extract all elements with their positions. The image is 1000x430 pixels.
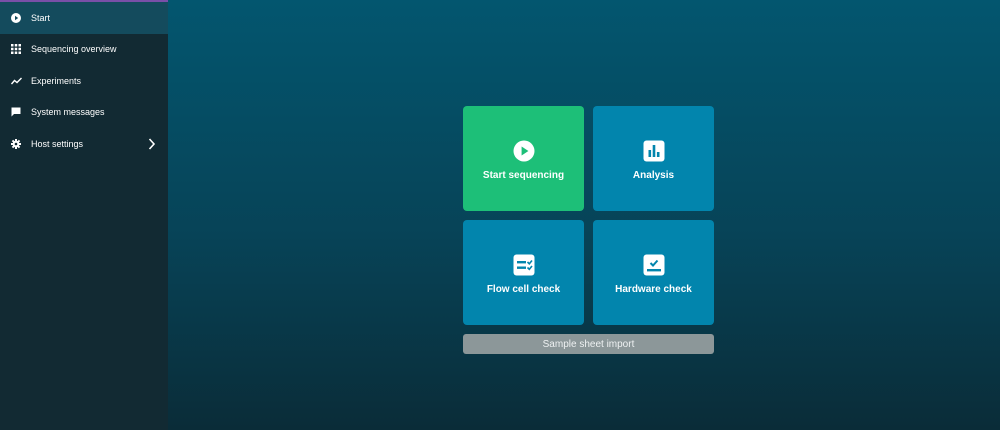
sidebar-item-label: Host settings xyxy=(31,138,84,149)
sidebar-item-start[interactable]: Start xyxy=(0,2,168,34)
tile-label: Analysis xyxy=(632,170,675,181)
play-circle-icon xyxy=(513,140,535,162)
gear-icon xyxy=(10,138,22,150)
sidebar: Start Sequencing overview Experiments Sy… xyxy=(0,0,168,430)
sidebar-item-label: Experiments xyxy=(31,75,82,86)
bar-chart-icon xyxy=(643,140,665,162)
message-icon xyxy=(10,106,22,118)
tile-label: Hardware check xyxy=(615,284,692,295)
sidebar-item-host-settings[interactable]: Host settings xyxy=(0,128,168,160)
grid-icon xyxy=(10,43,22,55)
play-circle-icon xyxy=(10,12,22,24)
sidebar-item-system-messages[interactable]: System messages xyxy=(0,97,168,129)
sidebar-item-label: System messages xyxy=(31,107,105,118)
trend-line-icon xyxy=(10,75,22,87)
main-content: Start sequencing Analysis Flow cell chec… xyxy=(168,0,1000,430)
hardware-check-tile[interactable]: Hardware check xyxy=(593,220,714,325)
flow-cell-check-tile[interactable]: Flow cell check xyxy=(463,220,584,325)
sidebar-item-label: Start xyxy=(31,12,51,23)
app-window: Start Sequencing overview Experiments Sy… xyxy=(0,0,1000,430)
flow-cell-check-icon xyxy=(513,254,535,276)
tile-label: Flow cell check xyxy=(486,284,561,295)
sample-sheet-import-button[interactable]: Sample sheet import xyxy=(463,334,714,354)
sidebar-item-label: Sequencing overview xyxy=(31,44,117,55)
chevron-right-icon[interactable] xyxy=(148,138,156,150)
sidebar-item-sequencing-overview[interactable]: Sequencing overview xyxy=(0,34,168,66)
hardware-check-icon xyxy=(643,254,665,276)
sidebar-item-experiments[interactable]: Experiments xyxy=(0,65,168,97)
start-sequencing-tile[interactable]: Start sequencing xyxy=(463,106,584,211)
analysis-tile[interactable]: Analysis xyxy=(593,106,714,211)
tile-label: Start sequencing xyxy=(482,170,565,181)
